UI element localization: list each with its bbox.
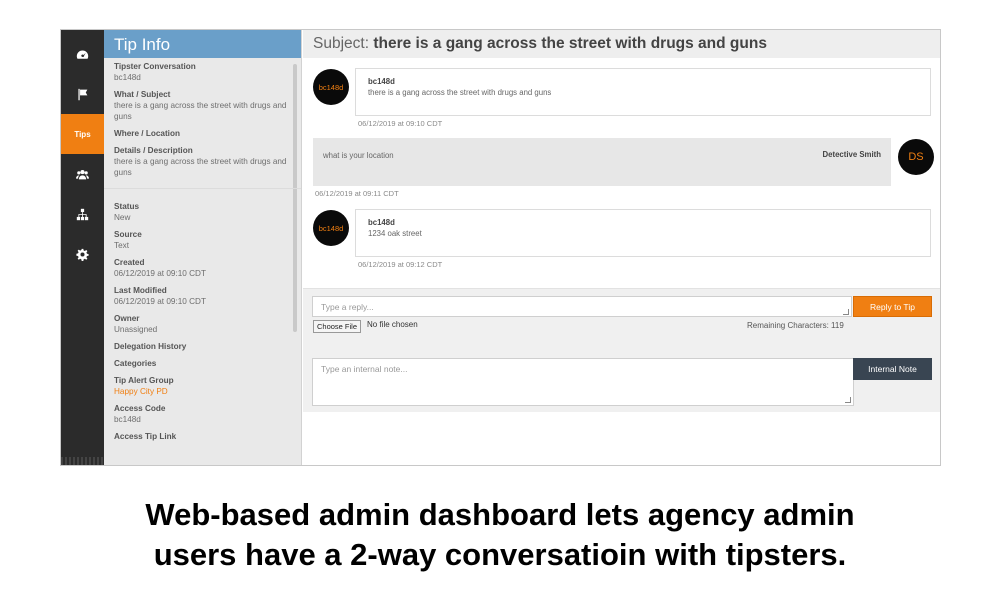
message-bubble: bc148d there is a gang across the street… <box>355 68 931 116</box>
tipster-value: bc148d <box>114 73 141 82</box>
message-bubble: bc148d 1234 oak street <box>355 209 931 257</box>
dashboard-icon <box>76 49 89 59</box>
owner-label: Owner <box>114 314 140 323</box>
tip-info-title: Tip Info <box>104 30 301 58</box>
message-timestamp: 06/12/2019 at 09:10 CDT <box>358 119 443 128</box>
staff-message-bubble: what is your location Detective Smith <box>313 138 891 186</box>
reply-input[interactable]: Type a reply... <box>312 296 852 317</box>
tip-info-fields: Tipster Conversation bc148d What / Subje… <box>104 58 301 465</box>
message-text: there is a gang across the street with d… <box>368 88 552 97</box>
nav-settings[interactable] <box>61 234 104 274</box>
status-value: New <box>114 213 131 222</box>
nav-rail: Tips <box>61 30 104 465</box>
caption-line-2: users have a 2-way conversatioin with ti… <box>153 537 847 572</box>
source-value: Text <box>114 241 130 250</box>
choose-file-button[interactable]: Choose File <box>313 320 362 333</box>
admin-dashboard: Tips Tip Info Tipster Conversation bc148… <box>60 29 941 466</box>
message-timestamp: 06/12/2019 at 09:12 CDT <box>358 260 443 269</box>
message-timestamp: 06/12/2019 at 09:11 CDT <box>315 189 399 198</box>
access-code-label: Access Code <box>114 404 166 413</box>
source-label: Source <box>114 230 142 239</box>
remaining-characters: Remaining Characters: 119 <box>747 321 844 330</box>
flag-icon <box>78 88 88 100</box>
gear-icon <box>76 248 89 261</box>
message-sender: bc148d <box>368 218 395 227</box>
what-value: there is a gang across the street with d… <box>114 101 287 121</box>
nav-tips[interactable]: Tips <box>61 114 104 154</box>
subject-prefix: Subject: <box>313 35 370 52</box>
modified-value: 06/12/2019 at 09:10 CDT <box>114 297 206 306</box>
reply-to-tip-button[interactable]: Reply to Tip <box>853 296 932 317</box>
nav-organization[interactable] <box>61 194 104 234</box>
internal-note-button[interactable]: Internal Note <box>853 358 932 380</box>
tipster-avatar: bc148d <box>313 210 349 246</box>
rail-grip <box>61 457 104 465</box>
delegation-history-link[interactable]: Delegation History <box>114 341 291 352</box>
nav-users[interactable] <box>61 154 104 194</box>
created-value: 06/12/2019 at 09:10 CDT <box>114 269 206 278</box>
what-label: What / Subject <box>114 90 171 99</box>
file-status: No file chosen <box>367 320 418 329</box>
divider <box>104 188 301 189</box>
tip-info-panel: Tip Info Tipster Conversation bc148d Wha… <box>104 30 302 465</box>
details-value: there is a gang across the street with d… <box>114 157 287 177</box>
access-tip-link[interactable]: Access Tip Link <box>114 431 291 442</box>
owner-value: Unassigned <box>114 325 158 334</box>
resize-handle[interactable] <box>845 397 851 403</box>
tips-icon: Tips <box>74 129 91 139</box>
reply-composer: Type a reply... Reply to Tip Choose File… <box>303 288 940 412</box>
message-text: 1234 oak street <box>368 229 422 238</box>
message-thread: bc148d bc148d there is a gang across the… <box>303 58 940 288</box>
nav-dashboard[interactable] <box>61 34 104 74</box>
where-label: Where / Location <box>114 129 180 138</box>
tipster-avatar: bc148d <box>313 69 349 105</box>
org-chart-icon <box>76 208 89 220</box>
caption: Web-based admin dashboard lets agency ad… <box>0 495 1000 575</box>
staff-avatar: DS <box>898 139 934 175</box>
subject-header: Subject: there is a gang across the stre… <box>303 30 940 58</box>
internal-note-input[interactable]: Type an internal note... <box>312 358 854 406</box>
nav-flags[interactable] <box>61 74 104 114</box>
alert-group-link[interactable]: Happy City PD <box>114 386 291 397</box>
status-label: Status <box>114 202 140 211</box>
categories-label: Categories <box>114 359 157 368</box>
alert-group-label: Tip Alert Group <box>114 376 174 385</box>
access-code-value: bc148d <box>114 415 141 424</box>
caption-line-1: Web-based admin dashboard lets agency ad… <box>145 497 855 532</box>
created-label: Created <box>114 258 145 267</box>
conversation-area: Subject: there is a gang across the stre… <box>303 30 940 465</box>
subject-text: there is a gang across the street with d… <box>373 35 767 52</box>
message-sender: bc148d <box>368 77 395 86</box>
users-icon <box>76 169 89 179</box>
modified-label: Last Modified <box>114 286 167 295</box>
message-sender: Detective Smith <box>822 150 882 159</box>
tipster-label: Tipster Conversation <box>114 62 196 71</box>
resize-handle[interactable] <box>843 309 849 315</box>
message-text: what is your location <box>323 151 394 160</box>
details-label: Details / Description <box>114 146 193 155</box>
